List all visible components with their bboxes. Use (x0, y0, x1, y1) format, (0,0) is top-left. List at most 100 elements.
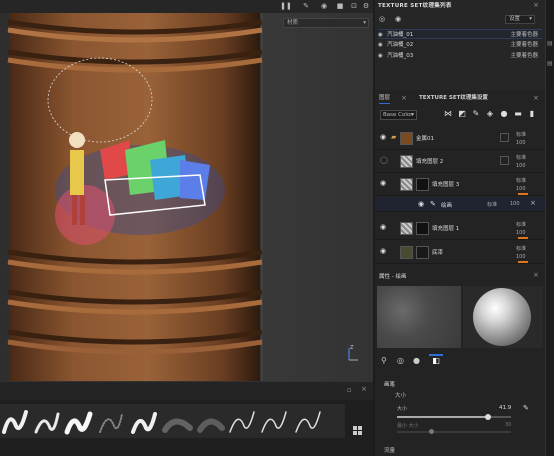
close-icon[interactable]: × (533, 1, 539, 9)
size-label: 大小 (395, 393, 407, 399)
eye-icon[interactable]: ◉ (380, 223, 386, 231)
eye-icon[interactable]: ◉ (380, 247, 386, 255)
shader-name[interactable]: 主要着色器 (510, 51, 538, 61)
delete-icon[interactable]: ▮ (527, 109, 537, 118)
opacity-value[interactable]: 100 (516, 230, 526, 236)
texture-set-row[interactable]: ◉ 汽油桶_01 主要着色器 (378, 29, 542, 39)
chevron-down-icon: ▾ (529, 16, 532, 22)
camera-icon[interactable]: ◉ (318, 2, 330, 11)
eye-icon[interactable]: ◉ (378, 40, 383, 50)
opacity-value[interactable]: 100 (516, 186, 526, 192)
brush-preset-7[interactable] (197, 418, 225, 433)
texture-set-row[interactable]: ◉ 汽油桶_02 主要着色器 (378, 40, 542, 50)
tab-texture-set-settings[interactable]: TEXTURE SET纹理集设置 (419, 92, 488, 104)
material-dropdown[interactable]: 材质 ▾ (283, 18, 369, 28)
flow-label: 流量 (384, 448, 396, 454)
eye-icon[interactable]: ◉ (418, 200, 424, 208)
layer-row[interactable]: ◉ ▰ 金属01 标准 100 (375, 128, 545, 150)
restore-icon[interactable]: ▫ (347, 386, 352, 394)
pen-pressure-icon[interactable]: ✎ (523, 404, 529, 412)
brush-tab-icon[interactable]: ⚲ (381, 356, 387, 365)
material-tab-icon[interactable]: ◧ (429, 354, 443, 368)
paint-layer-icon[interactable]: ✎ (471, 109, 481, 118)
brush-preset-6[interactable] (162, 418, 193, 433)
opacity-value[interactable]: 100 (516, 254, 526, 260)
mask-slot[interactable] (500, 133, 509, 142)
panel-icon[interactable]: ▤ (547, 60, 553, 67)
blend-mode[interactable]: 标准 (516, 177, 526, 184)
settings-dropdown[interactable]: 设置 ▾ (505, 15, 535, 24)
texture-set-list-panel: TEXTURE SET纹理集列表 × ◎ ◉ 设置 ▾ ◉ 汽油桶_01 主要着… (375, 0, 545, 90)
brush-preset-5[interactable] (131, 412, 157, 434)
opacity-value[interactable]: 100 (516, 163, 526, 169)
screenshot-icon[interactable]: ⊡ (348, 2, 360, 11)
visibility-icon[interactable]: ◉ (395, 15, 401, 23)
layer-row[interactable]: ◉ 填充图层 1 标准 100 (375, 218, 545, 240)
close-icon[interactable]: × (533, 271, 539, 279)
blend-mode[interactable]: 标准 (516, 221, 526, 228)
layer-row-sub[interactable]: ◉ ✎ 绘画 标准 100 × (375, 197, 545, 212)
brush-preset-3[interactable] (64, 411, 93, 435)
brush-preset-1[interactable] (2, 410, 28, 434)
blend-mode[interactable]: 标准 (516, 131, 526, 138)
channel-dropdown-label: Base Color (383, 112, 413, 118)
min-size-handle[interactable] (429, 429, 434, 434)
eye-icon[interactable]: ◎ (379, 15, 385, 23)
close-icon[interactable]: × (533, 94, 539, 102)
brush-preset-8[interactable] (229, 411, 255, 433)
grid-view-icon[interactable] (353, 426, 362, 435)
close-icon[interactable]: × (401, 94, 407, 102)
opacity-value[interactable]: 100 (516, 140, 526, 146)
opacity-value[interactable]: 100 (510, 201, 520, 207)
texture-set-row[interactable]: ◉ 汽油桶_03 主要着色器 (378, 51, 542, 61)
layer-row[interactable]: ◯ 填充图层 2 标准 100 (375, 151, 545, 173)
settings-icon[interactable]: ⚙ (360, 2, 372, 11)
close-icon[interactable]: × (361, 385, 367, 393)
eye-icon[interactable]: ◉ (378, 30, 383, 40)
layer-row[interactable]: ◉ 底漆 标准 100 (375, 242, 545, 264)
eye-icon[interactable]: ◯ (380, 156, 388, 164)
layer-row[interactable]: ◉ 填充图层 3 标准 100 (375, 174, 545, 196)
eye-icon[interactable]: ◉ (380, 133, 386, 141)
painter-app: ❚❚ ✎ ◉ ■ ⊡ ⚙ 材质 ▾ Z TEXTURE SET纹理集列表 × ◎… (0, 0, 554, 456)
mask-thumbnail (416, 178, 429, 191)
panel-title: TEXTURE SET纹理集列表 (378, 3, 452, 9)
barrel-render[interactable] (0, 0, 373, 381)
pause-icon[interactable]: ❚❚ (280, 2, 292, 11)
blend-mode[interactable]: 标准 (516, 154, 526, 161)
brush-preset-2[interactable] (34, 412, 60, 434)
layer-name: 金属01 (416, 136, 434, 142)
shader-name[interactable]: 主要着色器 (510, 40, 538, 50)
blend-mode[interactable]: 标准 (516, 245, 526, 252)
blend-mode[interactable]: 标准 (487, 201, 497, 208)
add-effect-icon[interactable]: ⋈ (443, 109, 453, 118)
tab-layers[interactable]: 图层 (379, 92, 391, 104)
brush-mode-icon[interactable]: ✎ (300, 2, 312, 11)
brush-section-label: 画笔 (384, 382, 396, 388)
folder-icon[interactable]: ▬ (513, 109, 523, 118)
mask-slot[interactable] (500, 156, 509, 165)
color-icon[interactable]: ● (499, 109, 509, 118)
close-icon[interactable]: × (530, 199, 536, 207)
video-icon[interactable]: ■ (334, 2, 346, 11)
panel-icon[interactable]: ▤ (547, 40, 553, 47)
size-slider[interactable] (397, 414, 511, 420)
size-slider-handle[interactable] (485, 414, 492, 420)
stencil-tab-icon[interactable]: ● (413, 356, 420, 365)
channel-dropdown[interactable]: Base Color ▾ (380, 110, 417, 120)
shader-name[interactable]: 主要着色器 (510, 30, 538, 40)
viewport-3d[interactable]: ❚❚ ✎ ◉ ■ ⊡ ⚙ 材质 ▾ Z (0, 0, 373, 381)
svg-text:Z: Z (350, 345, 354, 351)
brush-preset-4[interactable] (99, 413, 123, 433)
size-value[interactable]: 41.9 (499, 405, 511, 411)
min-size-label: 最小 大小 (397, 423, 419, 429)
eye-icon[interactable]: ◉ (378, 51, 383, 61)
min-size-value[interactable]: 30 (505, 422, 511, 428)
min-size-slider[interactable] (397, 429, 511, 434)
mask-icon[interactable]: ◩ (457, 109, 467, 118)
brush-preset-9[interactable] (261, 411, 287, 433)
eye-icon[interactable]: ◉ (380, 179, 386, 187)
brush-preset-10[interactable] (295, 411, 321, 433)
alpha-tab-icon[interactable]: ◎ (397, 356, 404, 365)
fill-layer-icon[interactable]: ◈ (485, 109, 495, 118)
